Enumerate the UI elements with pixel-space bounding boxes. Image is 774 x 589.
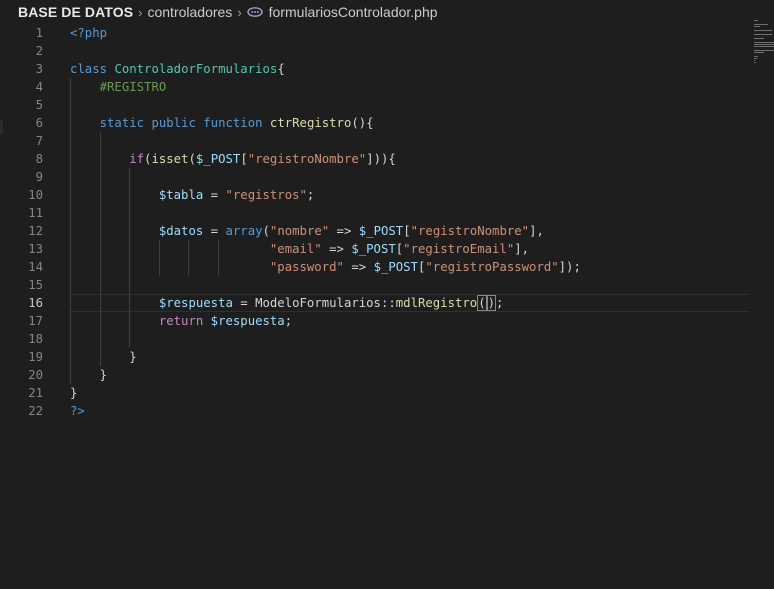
line-content: <?php — [70, 26, 108, 40]
code-line[interactable]: 5 — [0, 96, 750, 114]
minimap-line — [754, 20, 758, 21]
line-number: 2 — [35, 44, 43, 58]
line-content: "password" => $_POST["registroPassword"]… — [269, 260, 581, 274]
minimap-line — [754, 38, 764, 39]
code-line[interactable]: 17 return $respuesta; — [0, 312, 750, 330]
minimap-line — [754, 44, 774, 45]
line-content: return $respuesta; — [158, 314, 293, 328]
code-line[interactable]: 3 class ControladorFormularios{ — [0, 60, 750, 78]
line-content: } — [70, 350, 137, 364]
code-line[interactable]: 2 — [0, 42, 750, 60]
code-line[interactable]: 8 if(isset($_POST["registroNombre"])){ — [0, 150, 750, 168]
minimap-line — [754, 26, 760, 27]
line-number: 10 — [28, 188, 43, 202]
code-line[interactable]: 7 — [0, 132, 750, 150]
code-line[interactable]: 12 $datos = array("nombre" => $_POST["re… — [0, 222, 750, 240]
line-number: 18 — [28, 332, 43, 346]
code-line[interactable]: 1 <?php — [0, 24, 750, 42]
code-line[interactable]: 20 } — [0, 366, 750, 384]
code-line[interactable]: 9 — [0, 168, 750, 186]
code-line[interactable]: 6 static public function ctrRegistro(){ — [0, 114, 750, 132]
indent-guide — [70, 78, 71, 384]
minimap[interactable] — [752, 20, 774, 80]
indent-guide — [158, 240, 160, 276]
code-line[interactable]: 13 "email" => $_POST["registroEmail"], — [0, 240, 750, 258]
line-content: if(isset($_POST["registroNombre"])){ — [129, 152, 396, 166]
code-line[interactable]: 4 #REGISTRO — [0, 78, 750, 96]
line-number: 9 — [35, 170, 43, 184]
line-number: 15 — [28, 278, 43, 292]
line-number: 3 — [35, 62, 43, 76]
line-number: 19 — [28, 350, 43, 364]
indent-guide — [129, 168, 131, 348]
line-content: #REGISTRO — [99, 80, 167, 94]
line-content: "email" => $_POST["registroEmail"], — [269, 242, 530, 256]
code-line[interactable]: 15 — [0, 276, 750, 294]
line-content: } — [70, 368, 108, 382]
line-content: $tabla = "registros"; — [158, 188, 315, 202]
minimap-line — [754, 42, 774, 43]
code-line[interactable]: 11 — [0, 204, 750, 222]
chevron-right-icon: › — [138, 4, 143, 20]
line-content: $respuesta = ModeloFormularios::mdlRegis… — [158, 295, 504, 311]
code-line[interactable]: 10 $tabla = "registros"; — [0, 186, 750, 204]
indent-guide — [99, 132, 101, 366]
line-number: 11 — [28, 206, 43, 220]
chevron-right-icon: › — [237, 4, 242, 20]
line-number: 13 — [28, 242, 43, 256]
line-number: 6 — [35, 116, 43, 130]
minimap-line — [754, 60, 755, 61]
breadcrumb: BASE DE DATOS › controladores › formular… — [0, 0, 774, 24]
breadcrumb-folder[interactable]: controladores — [147, 4, 232, 20]
code-line[interactable]: 14 "password" => $_POST["registroPasswor… — [0, 258, 750, 276]
minimap-line — [754, 56, 758, 57]
code-editor[interactable]: 1 <?php 2 3 class ControladorFormularios{ 4 #… — [0, 24, 774, 589]
minimap-line — [754, 50, 774, 51]
breadcrumb-file[interactable]: formulariosControlador.php — [269, 4, 438, 20]
line-content: static public function ctrRegistro(){ — [99, 116, 374, 130]
line-number: 8 — [35, 152, 43, 166]
code-line[interactable]: 16 $respuesta = ModeloFormularios::mdlRe… — [0, 294, 750, 312]
minimap-line — [754, 30, 772, 31]
line-number: 16 — [28, 296, 43, 310]
indent-guide — [188, 240, 190, 276]
minimap-line — [754, 58, 757, 59]
line-number: 22 — [28, 404, 43, 418]
php-file-icon — [246, 7, 263, 17]
line-content: $datos = array("nombre" => $_POST["regis… — [158, 224, 544, 238]
line-content: class ControladorFormularios{ — [70, 62, 285, 76]
line-number: 20 — [28, 368, 43, 382]
code-line[interactable]: 21} — [0, 384, 750, 402]
line-number: 1 — [35, 26, 43, 40]
line-content: ?> — [70, 404, 85, 418]
minimap-line — [754, 24, 768, 25]
code-line[interactable]: 19 } — [0, 348, 750, 366]
minimap-line — [754, 34, 772, 35]
line-number: 12 — [28, 224, 43, 238]
minimap-line — [754, 52, 764, 53]
line-content: } — [70, 386, 78, 400]
line-number: 4 — [35, 80, 43, 94]
code-line[interactable]: 22 ?> — [0, 402, 750, 420]
line-number: 7 — [35, 134, 43, 148]
line-number: 17 — [28, 314, 43, 328]
minimap-line — [754, 46, 774, 47]
code-line[interactable]: 18 — [0, 330, 750, 348]
line-number: 14 — [28, 260, 43, 274]
line-number: 21 — [28, 386, 43, 400]
breadcrumb-root[interactable]: BASE DE DATOS — [18, 4, 133, 20]
indent-guide — [218, 240, 219, 276]
line-number: 5 — [35, 98, 43, 112]
minimap-line — [754, 62, 756, 63]
